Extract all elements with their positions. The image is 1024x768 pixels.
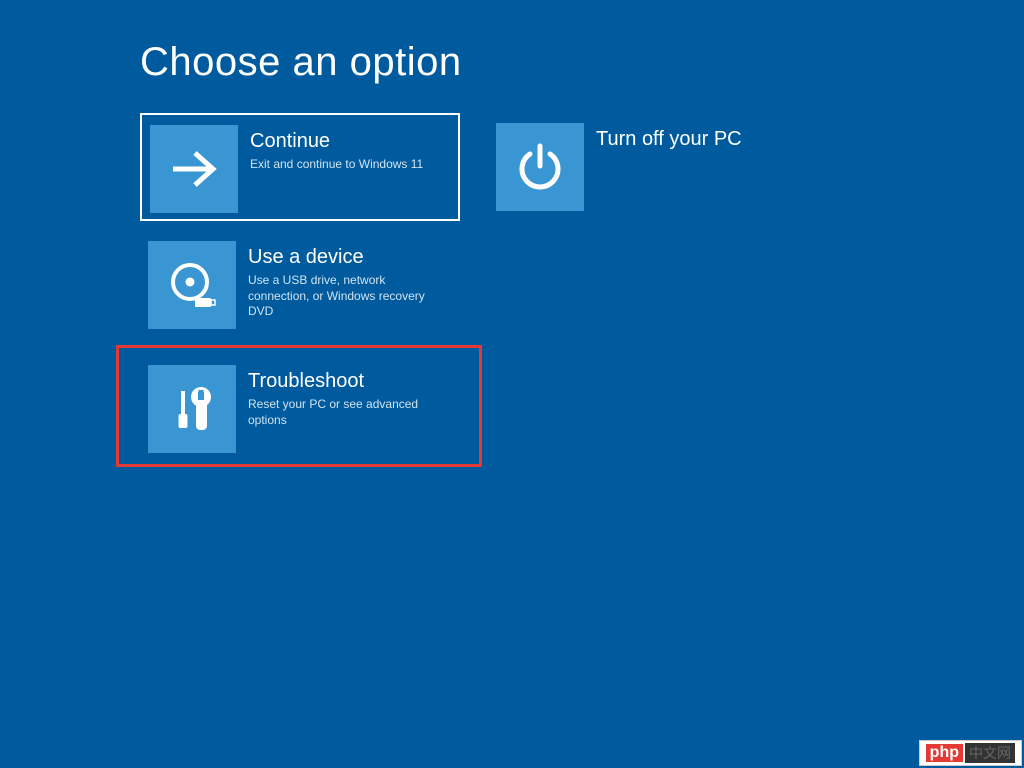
usedevice-tile[interactable]: Use a device Use a USB drive, network co… [140, 231, 460, 339]
usedevice-desc: Use a USB drive, network connection, or … [248, 273, 436, 320]
troubleshoot-text: Troubleshoot Reset your PC or see advanc… [236, 365, 436, 428]
troubleshoot-title: Troubleshoot [248, 369, 436, 393]
main-container: Choose an option Continue Exit and conti… [0, 0, 1024, 463]
watermark-label-1: php [926, 744, 963, 762]
tools-icon [148, 365, 236, 453]
tile-row-3: Troubleshoot Reset your PC or see advanc… [140, 355, 1024, 463]
continue-tile[interactable]: Continue Exit and continue to Windows 11 [140, 113, 460, 221]
watermark: php 中文网 [919, 740, 1022, 766]
tile-row-2: Use a device Use a USB drive, network co… [140, 231, 1024, 339]
usedevice-text: Use a device Use a USB drive, network co… [236, 241, 436, 320]
power-icon [496, 123, 584, 211]
turnoff-text: Turn off your PC [584, 123, 742, 155]
continue-desc: Exit and continue to Windows 11 [250, 157, 423, 173]
watermark-label-2: 中文网 [965, 743, 1015, 763]
turnoff-tile[interactable]: Turn off your PC [488, 113, 808, 221]
tile-row-1: Continue Exit and continue to Windows 11… [140, 113, 1024, 221]
continue-title: Continue [250, 129, 423, 153]
troubleshoot-desc: Reset your PC or see advanced options [248, 397, 436, 428]
turnoff-title: Turn off your PC [596, 127, 742, 151]
disc-usb-icon [148, 241, 236, 329]
arrow-right-icon [150, 125, 238, 213]
tile-grid: Continue Exit and continue to Windows 11… [140, 113, 1024, 463]
continue-text: Continue Exit and continue to Windows 11 [238, 125, 423, 173]
page-title: Choose an option [140, 40, 1024, 85]
troubleshoot-tile[interactable]: Troubleshoot Reset your PC or see advanc… [140, 355, 460, 463]
usedevice-title: Use a device [248, 245, 436, 269]
